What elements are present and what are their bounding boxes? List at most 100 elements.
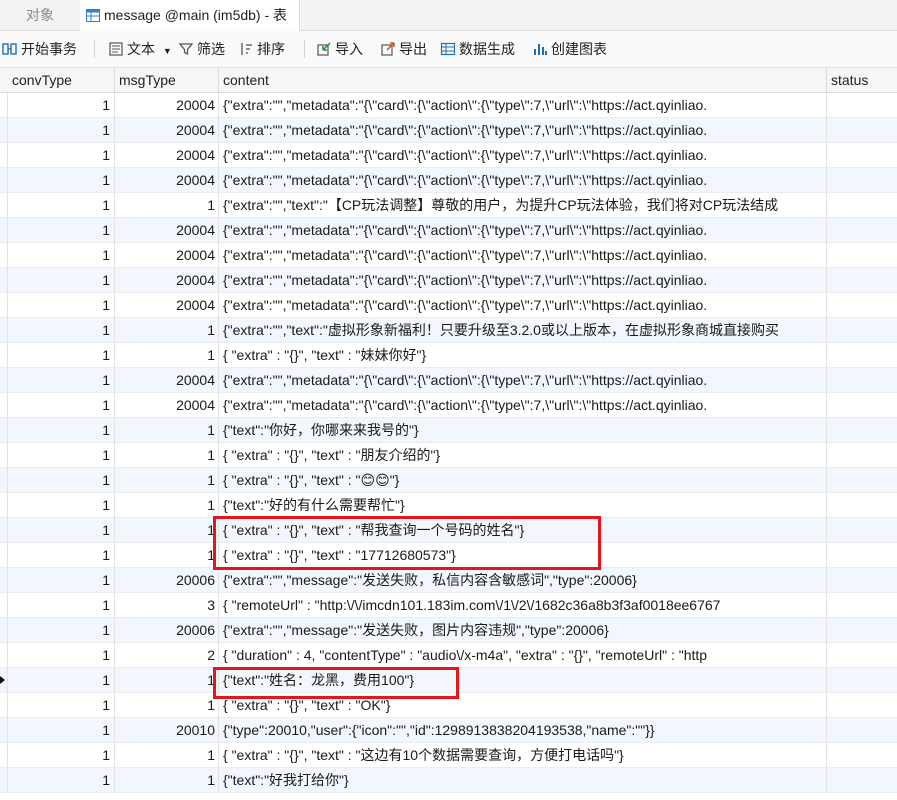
cell-status[interactable]: [827, 593, 897, 617]
cell-content[interactable]: {"extra":"","metadata":"{\"card\":{\"act…: [219, 93, 827, 117]
row-selector[interactable]: [0, 368, 8, 392]
cell-msgtype[interactable]: 1: [115, 318, 219, 342]
row-selector[interactable]: [0, 743, 8, 767]
cell-convtype[interactable]: 1: [8, 218, 115, 242]
column-header-content[interactable]: content: [219, 68, 827, 92]
cell-msgtype[interactable]: 20010: [115, 718, 219, 742]
cell-convtype[interactable]: 1: [8, 368, 115, 392]
cell-content[interactable]: { "extra" : "{}", "text" : "OK"}: [219, 693, 827, 717]
cell-msgtype[interactable]: 1: [115, 668, 219, 692]
table-row[interactable]: 1 20004 {"extra":"","metadata":"{\"card\":…: [0, 368, 897, 393]
cell-msgtype[interactable]: 20004: [115, 218, 219, 242]
cell-msgtype[interactable]: 20004: [115, 268, 219, 292]
cell-status[interactable]: [827, 293, 897, 317]
cell-content[interactable]: {"extra":"","metadata":"{\"card\":{\"act…: [219, 368, 827, 392]
cell-content[interactable]: {"extra":"","metadata":"{\"card\":{\"act…: [219, 268, 827, 292]
table-row[interactable]: 1 20006 {"extra":"","message":"发送失败，私信内容含敏…: [0, 568, 897, 593]
cell-content[interactable]: {"type":20010,"user":{"icon":"","id":129…: [219, 718, 827, 742]
cell-content[interactable]: { "extra" : "{}", "text" : "朋友介绍的"}: [219, 443, 827, 467]
cell-msgtype[interactable]: 3: [115, 593, 219, 617]
column-header-msgtype[interactable]: msgType: [115, 68, 219, 92]
cell-convtype[interactable]: 1: [8, 668, 115, 692]
cell-status[interactable]: [827, 543, 897, 567]
cell-msgtype[interactable]: 20004: [115, 168, 219, 192]
cell-convtype[interactable]: 1: [8, 568, 115, 592]
cell-status[interactable]: [827, 268, 897, 292]
cell-msgtype[interactable]: 20004: [115, 93, 219, 117]
cell-convtype[interactable]: 1: [8, 393, 115, 417]
row-selector[interactable]: [0, 143, 8, 167]
cell-msgtype[interactable]: 20004: [115, 118, 219, 142]
row-selector[interactable]: [0, 218, 8, 242]
cell-content[interactable]: {"extra":"","text":"【CP玩法调整】尊敬的用户，为提升CP玩…: [219, 193, 827, 217]
cell-msgtype[interactable]: 1: [115, 343, 219, 367]
cell-status[interactable]: [827, 493, 897, 517]
row-selector[interactable]: [0, 543, 8, 567]
cell-msgtype[interactable]: 1: [115, 493, 219, 517]
cell-convtype[interactable]: 1: [8, 193, 115, 217]
row-selector[interactable]: [0, 293, 8, 317]
row-selector[interactable]: [0, 468, 8, 492]
cell-content[interactable]: { "extra" : "{}", "text" : "帮我查询一个号码的姓名"…: [219, 518, 827, 542]
cell-content[interactable]: {"extra":"","metadata":"{\"card\":{\"act…: [219, 168, 827, 192]
row-selector[interactable]: [0, 593, 8, 617]
cell-convtype[interactable]: 1: [8, 268, 115, 292]
cell-status[interactable]: [827, 243, 897, 267]
cell-convtype[interactable]: 1: [8, 693, 115, 717]
cell-convtype[interactable]: 1: [8, 343, 115, 367]
table-row[interactable]: 1 20004 {"extra":"","metadata":"{\"card\":…: [0, 393, 897, 418]
cell-content[interactable]: {"extra":"","metadata":"{\"card\":{\"act…: [219, 143, 827, 167]
cell-msgtype[interactable]: 1: [115, 193, 219, 217]
row-selector[interactable]: [0, 118, 8, 142]
cell-convtype[interactable]: 1: [8, 443, 115, 467]
cell-convtype[interactable]: 1: [8, 143, 115, 167]
row-selector[interactable]: [0, 443, 8, 467]
cell-content[interactable]: { "extra" : "{}", "text" : "😊😊"}: [219, 468, 827, 492]
cell-msgtype[interactable]: 20004: [115, 293, 219, 317]
row-selector[interactable]: [0, 518, 8, 542]
cell-convtype[interactable]: 1: [8, 593, 115, 617]
filter-button[interactable]: 筛选: [178, 31, 225, 67]
cell-content[interactable]: {"text":"你好，你哪来来我号的"}: [219, 418, 827, 442]
row-selector[interactable]: [0, 493, 8, 517]
row-selector[interactable]: [0, 268, 8, 292]
cell-convtype[interactable]: 1: [8, 768, 115, 792]
data-generation-button[interactable]: 数据生成: [440, 31, 515, 67]
cell-convtype[interactable]: 1: [8, 293, 115, 317]
tab-message-table[interactable]: message @main (im5db) - 表: [80, 0, 301, 31]
cell-convtype[interactable]: 1: [8, 243, 115, 267]
cell-content[interactable]: {"extra":"","message":"发送失败，私信内容含敏感词","t…: [219, 568, 827, 592]
table-row[interactable]: 1 1 {"text":"好的有什么需要帮忙"}: [0, 493, 897, 518]
cell-content[interactable]: { "remoteUrl" : "http:\/\/imcdn101.183im…: [219, 593, 827, 617]
cell-status[interactable]: [827, 668, 897, 692]
cell-msgtype[interactable]: 2: [115, 643, 219, 667]
cell-content[interactable]: { "duration" : 4, "contentType" : "audio…: [219, 643, 827, 667]
table-row[interactable]: 1 1 {"text":"好我打给你"}: [0, 768, 897, 793]
row-selector[interactable]: [0, 718, 8, 742]
cell-status[interactable]: [827, 118, 897, 142]
cell-convtype[interactable]: 1: [8, 468, 115, 492]
cell-msgtype[interactable]: 1: [115, 768, 219, 792]
cell-status[interactable]: [827, 168, 897, 192]
cell-msgtype[interactable]: 20006: [115, 618, 219, 642]
cell-content[interactable]: {"extra":"","metadata":"{\"card\":{\"act…: [219, 293, 827, 317]
cell-content[interactable]: {"extra":"","message":"发送失败，图片内容违规","typ…: [219, 618, 827, 642]
cell-msgtype[interactable]: 1: [115, 518, 219, 542]
cell-status[interactable]: [827, 718, 897, 742]
cell-convtype[interactable]: 1: [8, 643, 115, 667]
cell-convtype[interactable]: 1: [8, 418, 115, 442]
cell-content[interactable]: {"extra":"","metadata":"{\"card\":{\"act…: [219, 243, 827, 267]
table-row[interactable]: 1 20004 {"extra":"","metadata":"{\"card\":…: [0, 293, 897, 318]
cell-status[interactable]: [827, 468, 897, 492]
row-selector[interactable]: [0, 168, 8, 192]
table-row[interactable]: 1 20004 {"extra":"","metadata":"{\"card\":…: [0, 218, 897, 243]
row-selector[interactable]: [0, 243, 8, 267]
cell-content[interactable]: { "extra" : "{}", "text" : "妹妹你好"}: [219, 343, 827, 367]
row-selector[interactable]: [0, 418, 8, 442]
table-row[interactable]: 1 1{ "extra" : "{}", "text" : "OK"}: [0, 693, 897, 718]
table-row[interactable]: 1 20004 {"extra":"","metadata":"{\"card\":…: [0, 118, 897, 143]
table-row[interactable]: 1 1 {"extra":"","text":"虚拟形象新福利！只要升级至3.2.0…: [0, 318, 897, 343]
create-chart-button[interactable]: 创建图表: [532, 31, 607, 67]
cell-status[interactable]: [827, 218, 897, 242]
table-row[interactable]: 1 1 {"extra":"","text":"【CP玩法调整】尊敬的用户，为提升C…: [0, 193, 897, 218]
